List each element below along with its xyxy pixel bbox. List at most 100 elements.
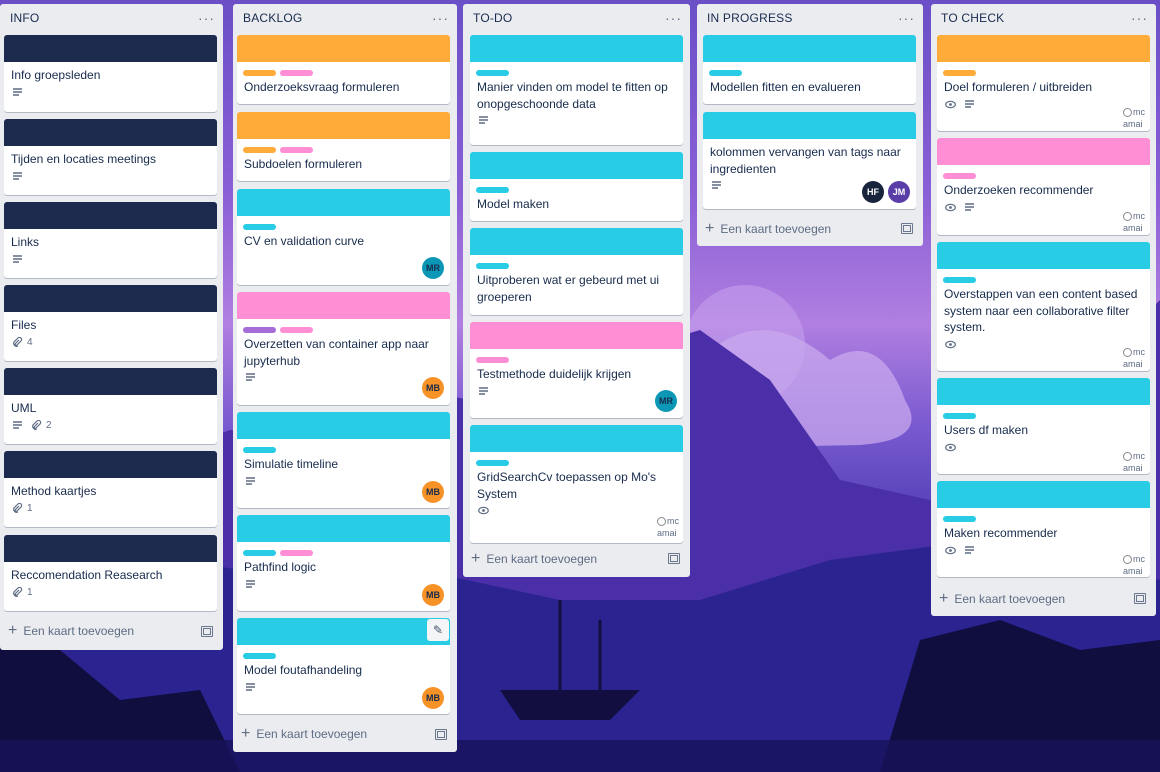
broken-avatar-image[interactable]: mc amai <box>1123 553 1149 577</box>
card-title: Tijden en locaties meetings <box>11 152 156 166</box>
paperclip-icon <box>13 502 23 513</box>
broken-avatar-image[interactable]: mc amai <box>1123 106 1149 130</box>
add-card-button[interactable]: + Een kaart toevoegen <box>471 550 597 567</box>
card-uitproberen[interactable]: Uitproberen wat er gebeurd met ui groepe… <box>470 228 683 315</box>
description-icon <box>245 476 256 487</box>
card-users-df[interactable]: Users df maken mc amai <box>937 378 1150 474</box>
label-orange <box>243 147 276 153</box>
broken-avatar-image[interactable]: mc amai <box>1123 346 1149 370</box>
card-template-icon[interactable] <box>901 223 913 234</box>
add-card-button[interactable]: + Een kaart toevoegen <box>705 220 831 237</box>
card-pathfind-logic[interactable]: Pathfind logic MB <box>237 515 450 611</box>
add-card-button[interactable]: + Een kaart toevoegen <box>939 591 1066 607</box>
avatar[interactable]: MR <box>655 390 677 412</box>
label-cyan <box>243 224 276 230</box>
card-overstappen-collaborative[interactable]: Overstappen van een content based system… <box>937 242 1150 371</box>
list-menu-icon[interactable]: ··· <box>898 11 915 25</box>
attachment-count: 1 <box>27 502 33 514</box>
list-title[interactable]: IN PROGRESS <box>707 11 793 25</box>
card-title: Testmethode duidelijk krijgen <box>477 367 632 381</box>
card-model-foutafhandeling[interactable]: ✎ Model foutafhandeling MB <box>237 618 450 714</box>
card-cover <box>470 425 683 452</box>
card-gridsearchcv[interactable]: GridSearchCv toepassen op Mo's System mc… <box>470 425 683 543</box>
broken-avatar-image[interactable]: mc amai <box>1123 450 1149 474</box>
list-menu-icon[interactable]: ··· <box>1131 11 1148 25</box>
edit-pencil-icon[interactable]: ✎ <box>427 619 449 641</box>
card-cover <box>237 618 450 645</box>
card-onderzoeksvraag[interactable]: Onderzoeksvraag formuleren <box>237 35 450 104</box>
plus-icon: + <box>705 220 715 237</box>
card-title: UML <box>11 401 37 415</box>
label-pink <box>943 173 976 179</box>
card-model-maken[interactable]: Model maken <box>470 152 683 221</box>
label-cyan <box>476 460 509 466</box>
broken-avatar-image[interactable]: mc amai <box>657 515 683 539</box>
avatar[interactable]: MB <box>422 687 444 709</box>
paperclip-icon <box>13 336 23 347</box>
plus-icon: + <box>8 622 18 639</box>
add-card-button[interactable]: + Een kaart toevoegen <box>8 622 134 639</box>
broken-avatar-image[interactable]: mc amai <box>1123 210 1149 234</box>
list-title[interactable]: TO CHECK <box>941 11 1004 25</box>
card-kolommen-vervangen[interactable]: kolommen vervangen van tags naar ingredi… <box>703 112 916 209</box>
list-title[interactable]: INFO <box>10 11 39 25</box>
plus-icon: + <box>471 550 481 567</box>
card-title: kolommen vervangen van tags naar ingredi… <box>710 145 901 176</box>
avatar[interactable]: MR <box>422 257 444 279</box>
card-cover <box>4 451 217 478</box>
list-menu-icon[interactable]: ··· <box>198 11 215 25</box>
avatar[interactable]: MB <box>422 584 444 606</box>
list-title[interactable]: TO-DO <box>473 11 512 25</box>
attachment-badge: 1 <box>12 502 33 514</box>
label-orange <box>243 70 276 76</box>
card-title: Overstappen van een content based system… <box>944 287 1138 334</box>
card-maken-recommender[interactable]: Maken recommender mc amai <box>937 481 1150 577</box>
add-card-button[interactable]: + Een kaart toevoegen <box>241 726 367 742</box>
avatar[interactable]: JM <box>888 181 910 203</box>
card-title: Overzetten van container app naar jupyte… <box>244 337 429 368</box>
description-icon <box>964 545 975 556</box>
card-cover <box>470 228 683 255</box>
card-template-icon[interactable] <box>201 626 213 637</box>
description-icon <box>12 171 23 182</box>
card-subdoelen[interactable]: Subdoelen formuleren <box>237 112 450 181</box>
avatar[interactable]: HF <box>862 181 884 203</box>
card-template-icon[interactable] <box>668 553 680 564</box>
card-reccomendation-reasearch[interactable]: Reccomendation Reasearch 1 <box>4 535 217 611</box>
card-simulatie-timeline[interactable]: Simulatie timeline MB <box>237 412 450 508</box>
add-card-label: Een kaart toevoegen <box>954 592 1066 606</box>
card-doel-formuleren[interactable]: Doel formuleren / uitbreiden mc amai <box>937 35 1150 131</box>
card-method-kaartjes[interactable]: Method kaartjes 1 <box>4 451 217 527</box>
card-testmethode[interactable]: Testmethode duidelijk krijgen MR <box>470 322 683 418</box>
attachment-count: 1 <box>27 586 33 598</box>
list-menu-icon[interactable]: ··· <box>432 11 449 25</box>
card-template-icon[interactable] <box>435 729 447 740</box>
card-onderzoeken-recommender[interactable]: Onderzoeken recommender mc amai <box>937 138 1150 235</box>
card-title: Modellen fitten en evalueren <box>710 80 861 94</box>
card-title: CV en validation curve <box>244 234 365 248</box>
list-menu-icon[interactable]: ··· <box>665 11 682 25</box>
card-info-groepsleden[interactable]: Info groepsleden <box>4 35 217 112</box>
card-uml[interactable]: UML 2 <box>4 368 217 444</box>
card-tijden-locaties[interactable]: Tijden en locaties meetings <box>4 119 217 195</box>
card-title: Onderzoeksvraag formuleren <box>244 80 400 94</box>
list-title[interactable]: BACKLOG <box>243 11 302 25</box>
card-template-icon[interactable] <box>1134 593 1146 604</box>
list-info: INFO ··· Info groepsleden Tijden en loca… <box>0 4 223 650</box>
card-manier-vinden[interactable]: Manier vinden om model te fitten op onop… <box>470 35 683 145</box>
card-files[interactable]: Files 4 <box>4 285 217 361</box>
watch-eye-icon <box>945 442 956 453</box>
avatar[interactable]: MB <box>422 377 444 399</box>
label-pink <box>280 327 313 333</box>
label-cyan <box>709 70 742 76</box>
card-cv-validation[interactable]: CV en validation curve MR <box>237 189 450 285</box>
card-overzetten-container[interactable]: Overzetten van container app naar jupyte… <box>237 292 450 405</box>
card-title: Pathfind logic <box>244 560 317 574</box>
card-modellen-fitten[interactable]: Modellen fitten en evalueren <box>703 35 916 104</box>
list-in-progress: IN PROGRESS ··· Modellen fitten en evalu… <box>697 4 923 246</box>
card-cover <box>470 322 683 349</box>
card-links[interactable]: Links <box>4 202 217 278</box>
watch-eye-icon <box>945 99 956 110</box>
card-cover <box>4 35 217 62</box>
avatar[interactable]: MB <box>422 481 444 503</box>
